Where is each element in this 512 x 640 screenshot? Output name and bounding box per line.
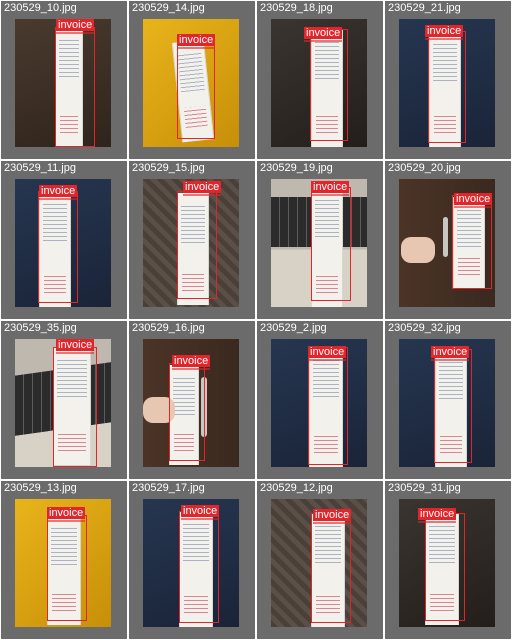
detection-box (308, 347, 348, 465)
detection-label: invoice (181, 505, 220, 520)
detection-box (177, 41, 215, 139)
thumbnail-tile[interactable]: 230529_12.jpg invoice (257, 481, 383, 639)
thumbnail-tile[interactable]: 230529_14.jpg invoice (129, 1, 255, 159)
detection-box (53, 347, 97, 467)
detection-label: invoice (431, 346, 470, 361)
detection-label: invoice (311, 181, 350, 196)
thumbnail-tile[interactable]: 230529_32.jpg invoice (385, 321, 511, 479)
detection-box (428, 31, 466, 143)
filename: 230529_14.jpg (132, 2, 205, 14)
thumbnail-tile[interactable]: 230529_10.jpg invoice (1, 1, 127, 159)
detection-box (38, 191, 78, 303)
filename: 230529_17.jpg (132, 482, 205, 494)
filename: 230529_15.jpg (132, 162, 205, 174)
detection-label: invoice (183, 181, 222, 196)
detection-box (434, 349, 472, 463)
thumbnail-tile[interactable]: 230529_11.jpg invoice (1, 161, 127, 319)
detection-label: invoice (177, 34, 216, 49)
detection-box (47, 515, 87, 621)
detection-box (311, 187, 351, 301)
thumbnail-tile[interactable]: 230529_19.jpg invoice (257, 161, 383, 319)
filename: 230529_13.jpg (4, 482, 77, 494)
detection-label: invoice (418, 508, 457, 523)
detection-label: invoice (313, 509, 352, 524)
thumbnail-tile[interactable]: 230529_13.jpg invoice (1, 481, 127, 639)
thumbnail-tile[interactable]: 230529_18.jpg invoice (257, 1, 383, 159)
filename: 230529_12.jpg (260, 482, 333, 494)
filename: 230529_32.jpg (388, 322, 461, 334)
detection-box (425, 513, 465, 621)
thumbnail-tile[interactable]: 230529_16.jpg invoice (129, 321, 255, 479)
image-grid: 230529_10.jpg invoice 230529_14.jpg invo… (0, 0, 512, 640)
detection-label: invoice (425, 25, 464, 40)
filename: 230529_35.jpg (4, 322, 77, 334)
thumbnail-tile[interactable]: 230529_20.jpg invoice (385, 161, 511, 319)
detection-label: invoice (304, 27, 343, 42)
filename: 230529_19.jpg (260, 162, 333, 174)
filename: 230529_21.jpg (388, 2, 461, 14)
detection-label: invoice (454, 193, 493, 208)
detection-box (310, 29, 348, 141)
detection-label: invoice (172, 355, 211, 370)
filename: 230529_16.jpg (132, 322, 205, 334)
detection-label: invoice (308, 346, 347, 361)
thumbnail-tile[interactable]: 230529_31.jpg invoice (385, 481, 511, 639)
thumbnail-tile[interactable]: 230529_2.jpg invoice (257, 321, 383, 479)
detection-label: invoice (56, 339, 95, 354)
filename: 230529_20.jpg (388, 162, 461, 174)
detection-label: invoice (39, 185, 78, 200)
filename: 230529_11.jpg (4, 162, 76, 174)
detection-box (55, 27, 95, 147)
thumbnail-tile[interactable]: 230529_15.jpg invoice (129, 161, 255, 319)
thumbnail-tile[interactable]: 230529_17.jpg invoice (129, 481, 255, 639)
filename: 230529_31.jpg (388, 482, 461, 494)
thumbnail-tile[interactable]: 230529_21.jpg invoice (385, 1, 511, 159)
detection-box (179, 511, 219, 623)
filename: 230529_2.jpg (260, 322, 327, 334)
detection-box (452, 195, 492, 289)
detection-box (169, 363, 205, 461)
thumbnail-tile[interactable]: 230529_35.jpg invoice (1, 321, 127, 479)
filename: 230529_10.jpg (4, 2, 77, 14)
filename: 230529_18.jpg (260, 2, 333, 14)
detection-box (177, 191, 217, 299)
detection-label: invoice (47, 507, 86, 522)
detection-label: invoice (56, 19, 95, 34)
detection-box (311, 513, 351, 623)
